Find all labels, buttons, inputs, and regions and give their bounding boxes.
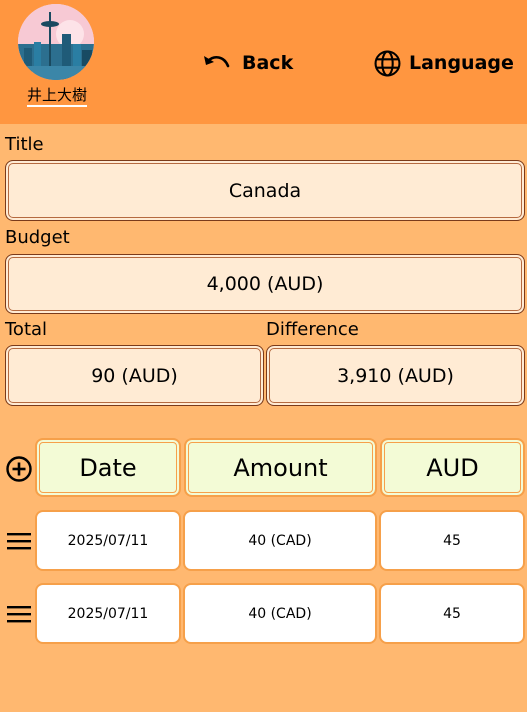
column-header-label: AUD [426,453,479,482]
table-cell-date[interactable]: 2025/07/11 [35,510,181,571]
undo-arrow-icon [202,53,230,73]
cell-value: 40 (CAD) [248,532,312,549]
username: 井上大樹 [27,86,88,107]
back-label: Back [242,52,294,74]
cell-value: 40 (CAD) [248,605,312,622]
language-button[interactable]: Language [374,48,514,78]
column-header-amount[interactable]: Amount [184,438,377,497]
cell-value: 45 [443,532,461,549]
difference-value: 3,910 (AUD) [337,364,454,387]
table-cell-amount[interactable]: 40 (CAD) [183,510,377,571]
budget-field[interactable]: 4,000 (AUD) [5,254,525,314]
table-cell-amount[interactable]: 40 (CAD) [183,583,377,644]
table-cell-date[interactable]: 2025/07/11 [35,583,181,644]
column-header-aud[interactable]: AUD [380,438,525,497]
cell-value: 2025/07/11 [67,605,149,622]
column-header-label: Date [79,453,137,482]
avatar[interactable] [18,4,94,80]
back-button[interactable]: Back [202,48,293,78]
column-header-date[interactable]: Date [35,438,181,497]
total-label: Total [5,319,48,340]
title-field[interactable]: Canada [5,160,525,221]
cell-value: 2025/07/11 [67,532,149,549]
budget-value: 4,000 (AUD) [206,273,324,295]
column-header-label: Amount [233,453,328,482]
cell-value: 45 [443,605,461,622]
difference-label: Difference [266,319,359,340]
add-circle-icon[interactable] [6,456,32,482]
language-label: Language [409,52,514,74]
total-value: 90 (AUD) [91,364,178,387]
title-value: Canada [228,179,302,202]
difference-field: 3,910 (AUD) [266,345,525,406]
table-cell-aud[interactable]: 45 [379,583,525,644]
table-cell-aud[interactable]: 45 [379,510,525,571]
title-label: Title [5,134,44,155]
app-header: 井上大樹 Back Language [0,0,527,124]
drag-handle-icon[interactable] [7,604,31,624]
city-skyline-image [18,4,94,80]
drag-handle-icon[interactable] [7,531,31,551]
budget-label: Budget [5,227,70,248]
total-field: 90 (AUD) [5,345,264,406]
globe-icon [374,50,401,77]
